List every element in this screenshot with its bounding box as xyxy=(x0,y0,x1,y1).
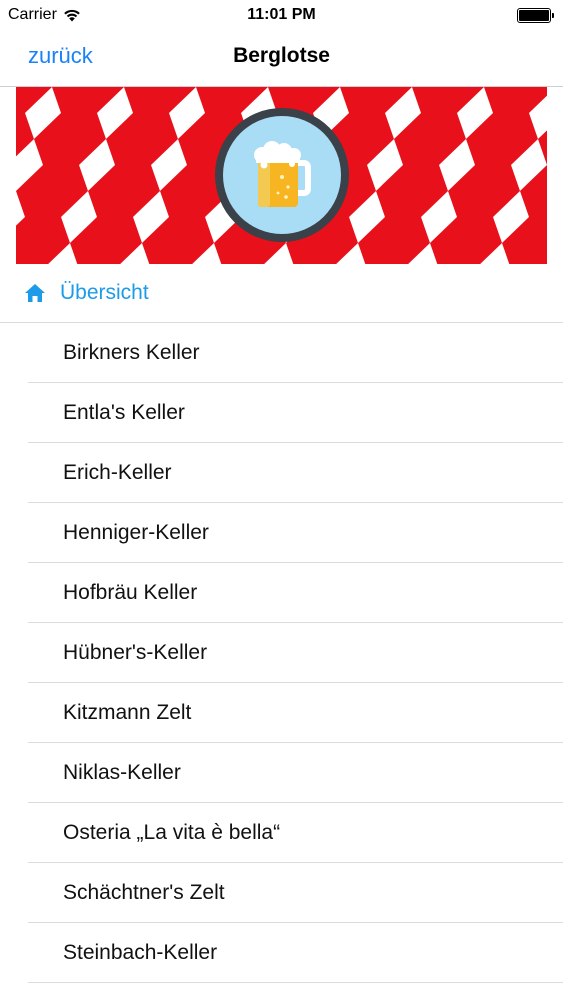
menu-item[interactable]: Birkners Keller xyxy=(28,323,563,383)
menu-item[interactable]: Hübner's-Keller xyxy=(28,623,563,683)
back-button[interactable]: zurück xyxy=(28,43,93,69)
menu-item-label: Entla's Keller xyxy=(63,400,185,424)
navigation-bar: zurück Berglotse xyxy=(0,30,563,87)
status-left: Carrier xyxy=(8,6,81,24)
menu-item-label: Birkners Keller xyxy=(63,340,200,364)
menu-item[interactable]: Entla's Keller xyxy=(28,383,563,443)
beer-mug-icon xyxy=(254,141,311,207)
wifi-icon xyxy=(64,9,80,22)
app-screen: Carrier 11:01 PM zurück Berglotse Übersi… xyxy=(0,0,563,1000)
menu-item[interactable]: Hofbräu Keller xyxy=(28,563,563,623)
side-menu: Übersicht Birkners Keller Entla's Keller E… xyxy=(0,264,563,983)
home-icon xyxy=(25,284,45,302)
menu-item-overview-label: Übersicht xyxy=(60,281,149,304)
menu-item[interactable]: Osteria „La vita è bella“ xyxy=(28,803,563,863)
menu-item-label: Steinbach-Keller xyxy=(63,940,218,964)
menu-item-overview[interactable]: Übersicht xyxy=(0,264,563,323)
menu-item[interactable]: Kitzmann Zelt xyxy=(28,683,563,743)
menu-item-label: Schächtner's Zelt xyxy=(63,880,225,904)
menu-item-label: Niklas-Keller xyxy=(63,760,181,784)
menu-item[interactable]: Henniger-Keller xyxy=(28,503,563,563)
status-bar: Carrier 11:01 PM xyxy=(0,0,563,30)
status-time: 11:01 PM xyxy=(247,6,316,23)
menu-item-label: Erich-Keller xyxy=(63,460,172,484)
battery-icon xyxy=(517,7,554,23)
menu-item-label: Henniger-Keller xyxy=(63,520,209,544)
menu-item[interactable]: Niklas-Keller xyxy=(28,743,563,803)
menu-item-label: Kitzmann Zelt xyxy=(63,700,192,724)
menu-item-list: Birkners Keller Entla's Keller Erich-Kelle… xyxy=(0,323,563,983)
menu-item-label: Hübner's-Keller xyxy=(63,640,208,664)
menu-item[interactable]: Steinbach-Keller xyxy=(28,923,563,983)
battery-level xyxy=(519,9,549,21)
menu-item[interactable]: Schächtner's Zelt xyxy=(28,863,563,923)
menu-item-label: Osteria „La vita è bella“ xyxy=(63,820,281,844)
menu-item-label: Hofbräu Keller xyxy=(63,580,198,604)
bavarian-banner xyxy=(16,87,547,264)
carrier-label: Carrier xyxy=(8,6,57,23)
app-logo xyxy=(215,108,349,242)
menu-item[interactable]: Erich-Keller xyxy=(28,443,563,503)
